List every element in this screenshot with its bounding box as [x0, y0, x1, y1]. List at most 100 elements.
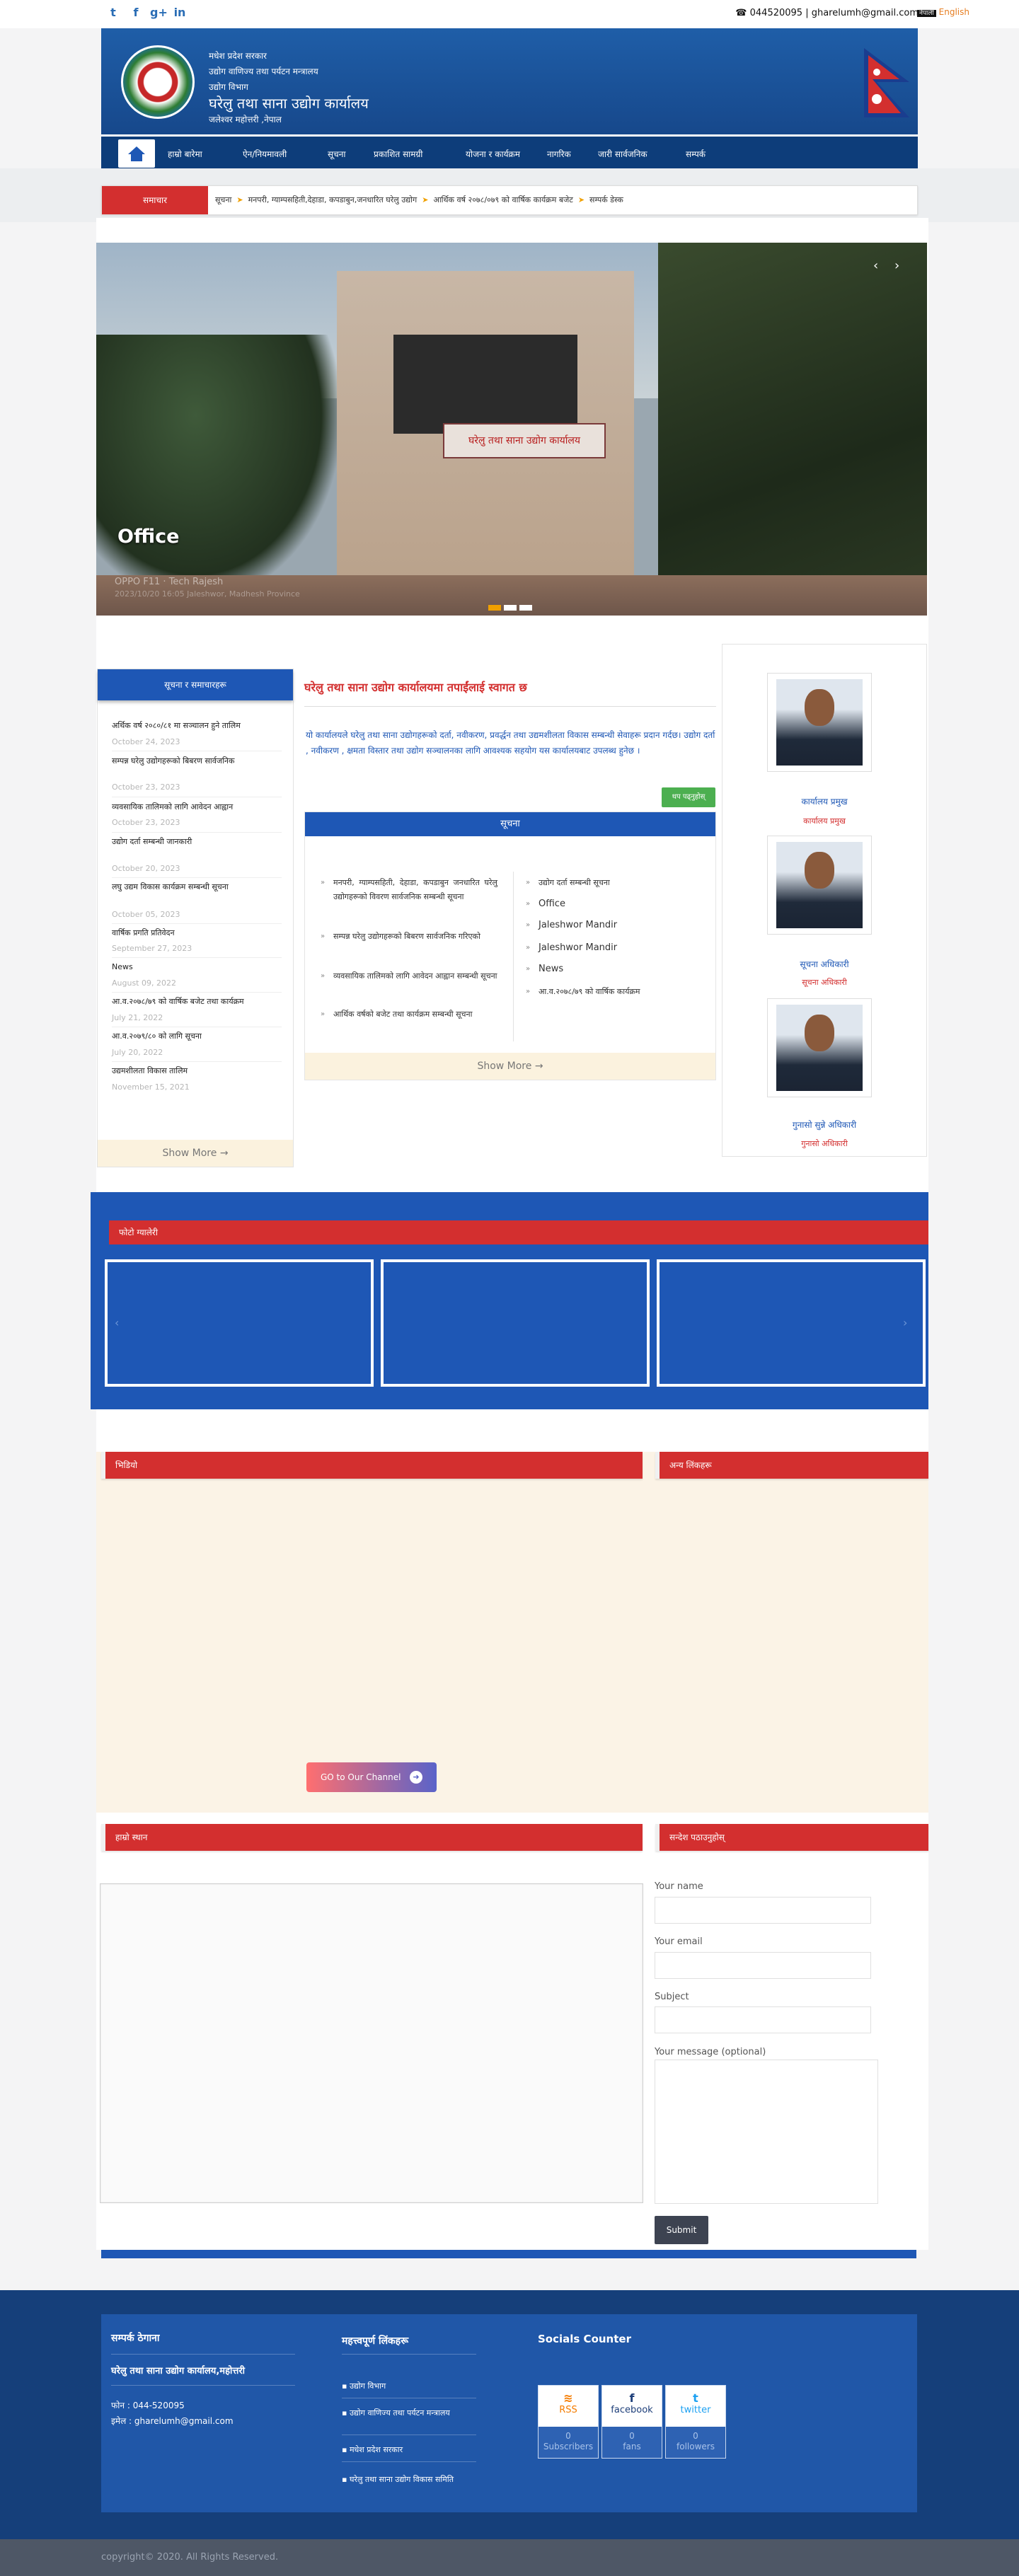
youtube-channel-button[interactable]: GO to Our Channel ➜	[306, 1762, 437, 1792]
notice-item[interactable]: » Jaleshwor Mandir	[526, 941, 710, 955]
image-slider[interactable]: घरेलु तथा साना उद्योग कार्यालय Office OP…	[96, 243, 927, 616]
home-button[interactable]	[118, 139, 155, 168]
slider-next-icon[interactable]: ›	[894, 258, 899, 273]
nav-item-programs[interactable]: योजना र कार्यक्रम	[466, 148, 520, 160]
facebook-count: 0	[629, 2431, 635, 2441]
footer-link[interactable]: ▪ उद्योग विभाग	[342, 2381, 476, 2392]
email-label: Your email	[655, 1936, 703, 1947]
linkedin-icon[interactable]: in	[173, 6, 187, 20]
notice-item-text[interactable]: व्यवसायिक तालिमको लागि आवेदन आह्वान सम्ब…	[333, 971, 497, 981]
location-map[interactable]	[100, 1883, 643, 2203]
news-item[interactable]: आ.व.२०७८/७९ को वार्षिक बजेट तथा कार्यक्र…	[112, 996, 282, 1007]
slide-building-window	[393, 335, 577, 434]
staff-sidebar: कार्यालय प्रमुख कार्यालय प्रमुख सूचना अध…	[722, 644, 927, 1157]
facebook-icon[interactable]: f	[129, 6, 143, 20]
notice-item[interactable]: » आ.व.२०७८/७९ को वार्षिक कार्यक्रम	[526, 985, 710, 999]
rss-unit: Subscribers	[543, 2442, 594, 2451]
news-item[interactable]: व्यवसायिक तालिमको लागि आवेदन आह्वान	[112, 802, 282, 812]
bullet-icon: »	[321, 1010, 326, 1018]
notice-item[interactable]: » मनपरी, ग्याम्पसहिती, देहाडा, कपडाबुन जन…	[321, 876, 497, 904]
nav-item-contact[interactable]: सम्पर्क	[686, 148, 706, 160]
video-title: भिडियो	[101, 1452, 643, 1479]
nav-item-acts[interactable]: ऐन/नियमावली	[243, 148, 287, 160]
staff-name[interactable]: गुनासो सुन्ने अधिकारी	[722, 1119, 926, 1131]
notice-item-text[interactable]: Jaleshwor Mandir	[539, 942, 617, 953]
nav-item-citizen[interactable]: नागरिक	[547, 148, 571, 160]
notice-item[interactable]: » आर्थिक वर्षको बजेट तथा कार्यक्रम सम्बन्…	[321, 1007, 497, 1022]
ticker-item[interactable]: आर्थिक वर्ष २०७८/०७९ को वार्षिक कार्यक्र…	[433, 195, 572, 204]
notice-item-text[interactable]: आर्थिक वर्षको बजेट तथा कार्यक्रम सम्बन्ध…	[333, 1010, 472, 1019]
read-more-button[interactable]: थप पढ्नुहोस्	[662, 787, 715, 807]
lang-english[interactable]: English	[939, 7, 969, 17]
lang-nepali[interactable]: नेपाली	[916, 10, 936, 17]
bullet-icon: »	[321, 879, 326, 886]
notice-item[interactable]: » सम्पन्न घरेलु उद्योगहरूको बिबरण सार्वजन…	[321, 930, 497, 944]
twitter-icon[interactable]: t	[106, 6, 120, 20]
gallery-next-icon[interactable]: ›	[903, 1316, 907, 1329]
google-plus-icon[interactable]: g+	[150, 6, 168, 20]
notice-item-text[interactable]: उद्योग दर्ता सम्बन्धी सूचना	[539, 878, 610, 887]
notice-item[interactable]: » उद्योग दर्ता सम्बन्धी सूचना	[526, 876, 710, 890]
news-show-more-button[interactable]: Show More →	[98, 1140, 293, 1167]
footer-divider	[342, 2354, 476, 2355]
news-date: November 15, 2021	[112, 1082, 190, 1092]
ticker-text[interactable]: सूचना ➤ मनपरी, ग्याम्पसहिती,देहाडा, कपडा…	[215, 186, 909, 214]
twitter-icon: t	[693, 2391, 698, 2405]
ticker-item[interactable]: मनपरी, ग्याम्पसहिती,देहाडा, कपडाबुन,जनधा…	[248, 195, 418, 204]
slide-watermark: OPPO F11 · Tech Rajesh	[115, 577, 224, 587]
footer-email[interactable]: इमेल : gharelumh@gmail.com	[111, 2415, 234, 2427]
news-ticker: समाचार सूचना ➤ मनपरी, ग्याम्पसहिती,देहाड…	[101, 185, 918, 215]
facebook-counter[interactable]: f facebook 0 fans	[601, 2385, 662, 2459]
nav-item-publications[interactable]: प्रकाशित सामग्री	[374, 148, 422, 160]
slider-dot[interactable]	[519, 605, 532, 611]
notice-item-text[interactable]: News	[539, 964, 563, 974]
footer-phone: फोन : 044-520095	[111, 2401, 185, 2410]
notice-item-text[interactable]: Office	[539, 899, 565, 909]
news-item[interactable]: News	[112, 961, 282, 972]
staff-name[interactable]: कार्यालय प्रमुख	[722, 795, 926, 807]
notice-item[interactable]: » Jaleshwor Mandir	[526, 918, 710, 932]
gallery-prev-icon[interactable]: ‹	[115, 1316, 119, 1329]
footer-link[interactable]: ▪ घरेलु तथा साना उद्योग विकास समिति	[342, 2474, 476, 2485]
gallery-card[interactable]	[381, 1259, 650, 1387]
notice-item[interactable]: » News	[526, 962, 710, 976]
nav-item-about[interactable]: हाम्रो बारेमा	[168, 148, 202, 160]
gallery-card[interactable]	[657, 1259, 926, 1387]
gallery-card[interactable]	[105, 1259, 374, 1387]
ticker-item[interactable]: सूचना	[215, 195, 231, 204]
news-item[interactable]: वार्षिक प्रगति प्रतिवेदन	[112, 928, 282, 938]
slider-dot[interactable]	[488, 605, 501, 611]
news-item[interactable]: आ.व.२०७९/८० को लागि सूचना	[112, 1031, 282, 1041]
notice-item[interactable]: » Office	[526, 897, 710, 911]
subject-field[interactable]	[655, 2006, 871, 2033]
news-item[interactable]: सम्पन्न घरेलु उद्योगहरूको बिबरण सार्वजनि…	[112, 756, 282, 766]
news-divider	[112, 877, 282, 878]
notice-show-more-button[interactable]: Show More →	[305, 1053, 715, 1080]
staff-name[interactable]: सूचना अधिकारी	[722, 958, 926, 970]
nav-item-notice[interactable]: सूचना	[328, 148, 346, 160]
message-field[interactable]	[655, 2060, 878, 2204]
footer-link[interactable]: ▪ उद्योग वाणिज्य तथा पर्यटन मन्त्रालय	[342, 2408, 476, 2419]
news-item[interactable]: उद्योग दर्ता सम्बन्धी जानकारी	[112, 836, 282, 847]
news-item[interactable]: अर्थिक वर्ष २०८०/८१ मा सञ्चालन हुने तालि…	[112, 720, 282, 731]
rss-counter[interactable]: ≋ RSS 0 Subscribers	[538, 2385, 599, 2459]
slider-prev-icon[interactable]: ‹	[873, 258, 878, 273]
ticker-item[interactable]: सम्पर्क डेस्क	[589, 195, 623, 204]
nav-item-public[interactable]: जारी सार्वजनिक	[598, 148, 647, 160]
email-field[interactable]	[655, 1952, 871, 1979]
twitter-counter[interactable]: t twitter 0 followers	[665, 2385, 726, 2459]
office-name: घरेलु तथा साना उद्योग कार्यालय	[209, 95, 369, 112]
news-item[interactable]: लघु उद्यम विकास कार्यक्रम सम्बन्धी सूचना	[112, 882, 282, 892]
name-field[interactable]	[655, 1897, 871, 1924]
news-date: October 23, 2023	[112, 818, 180, 827]
notice-item-text[interactable]: मनपरी, ग्याम्पसहिती, देहाडा, कपडाबुन जनध…	[333, 878, 497, 901]
news-divider	[112, 1061, 282, 1062]
news-item[interactable]: उद्यमशीलता विकास तालिम	[112, 1065, 282, 1076]
notice-item[interactable]: » व्यवसायिक तालिमको लागि आवेदन आह्वान सम्…	[321, 969, 497, 983]
submit-button[interactable]: Submit	[655, 2216, 708, 2244]
notice-item-text[interactable]: Jaleshwor Mandir	[539, 920, 617, 930]
notice-item-text[interactable]: आ.व.२०७८/७९ को वार्षिक कार्यक्रम	[539, 987, 640, 996]
slider-dot[interactable]	[504, 605, 517, 611]
notice-item-text[interactable]: सम्पन्न घरेलु उद्योगहरूको बिबरण सार्वजनि…	[333, 932, 480, 941]
footer-link[interactable]: ▪ मधेश प्रदेश सरकार	[342, 2444, 476, 2456]
